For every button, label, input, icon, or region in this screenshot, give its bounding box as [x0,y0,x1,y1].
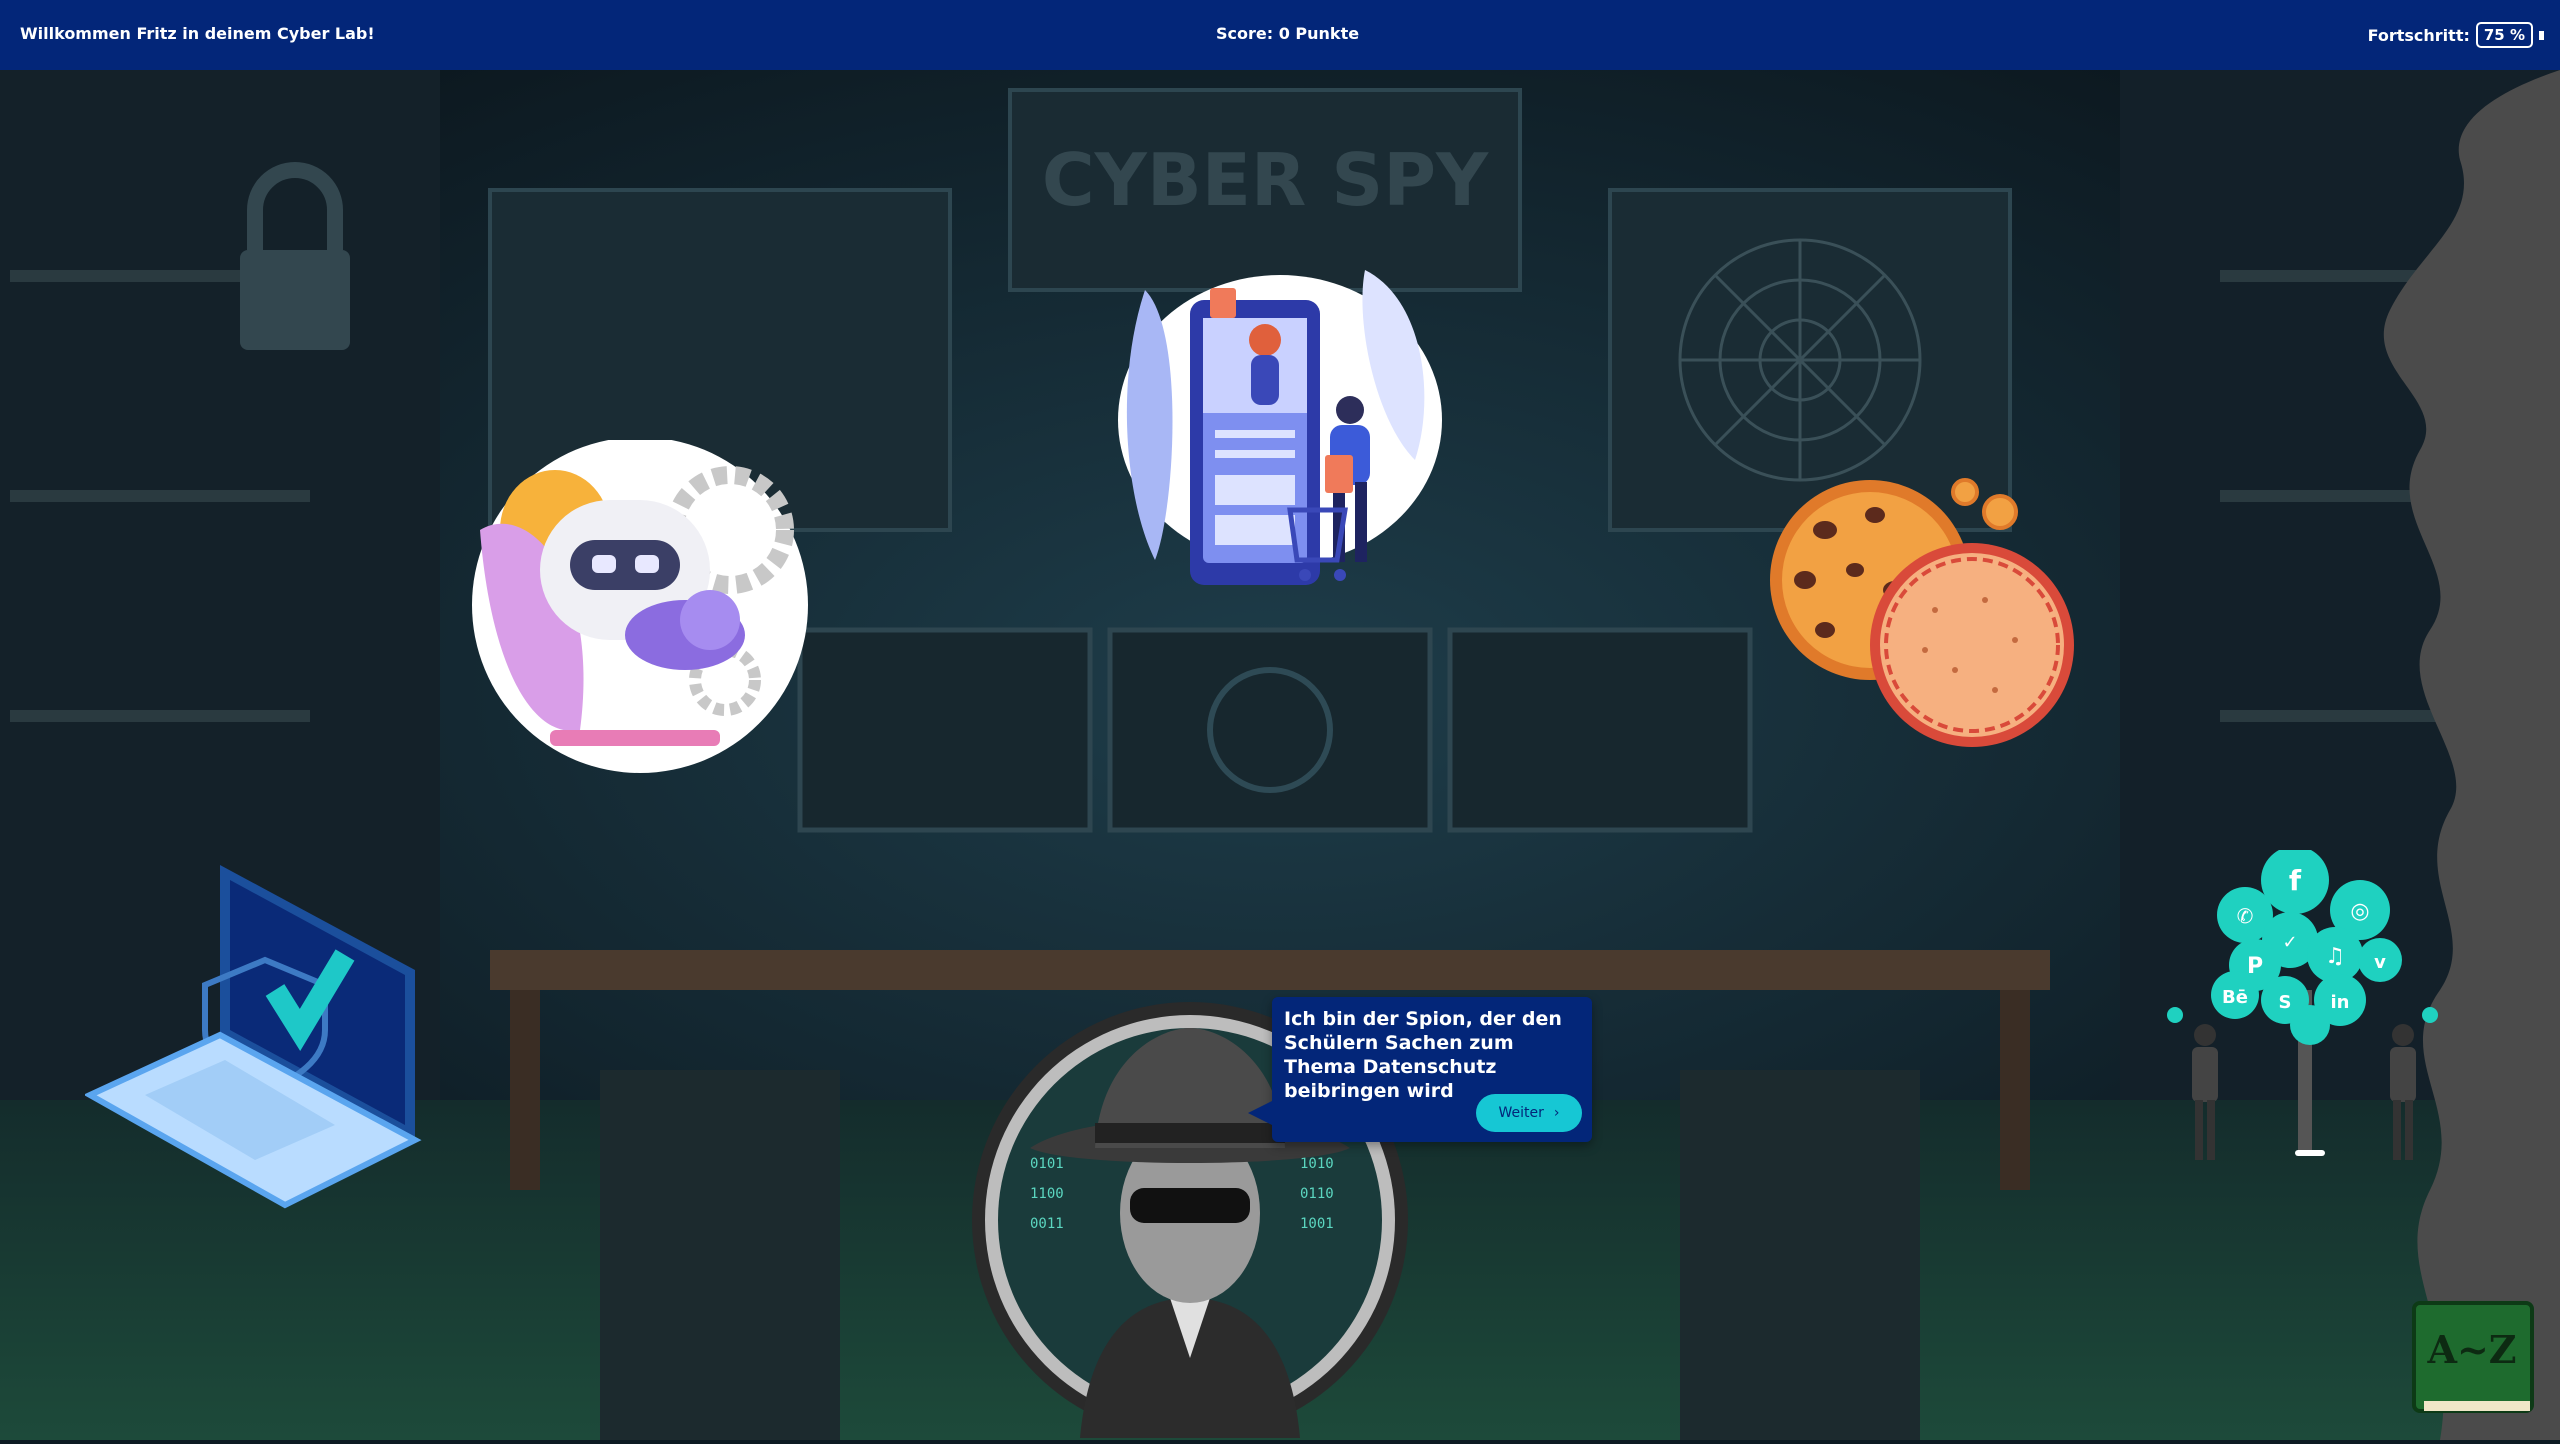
svg-text:f: f [2289,864,2302,897]
svg-text:1010: 1010 [1300,1156,1334,1172]
progress-value: 75 % [2475,22,2533,48]
svg-text:✓: ✓ [2282,932,2297,953]
svg-text:1001: 1001 [1300,1216,1334,1232]
glossary-label: A~Z [2426,1327,2516,1372]
svg-text:in: in [2331,992,2350,1013]
secure-laptop-topic[interactable] [83,860,425,1229]
score-display: Score: 0 Punkte [1216,24,1360,43]
wall-sign-text: CYBER SPY [1042,138,1489,222]
progress-bar [2539,30,2544,40]
svg-text:♫: ♫ [2325,944,2345,969]
svg-text:✆: ✆ [2237,904,2254,928]
top-bar: Willkommen Fritz in deinem Cyber Lab! Sc… [0,0,2560,70]
weiter-button[interactable]: Weiter › [1476,1094,1582,1132]
cookies-topic[interactable] [1765,470,2085,774]
svg-text:0011: 0011 [1030,1216,1064,1232]
chevron-right-icon: › [1553,1105,1560,1121]
speech-text: Ich bin der Spion, der den Schülern Sach… [1284,1008,1562,1102]
online-shopping-topic[interactable] [1115,260,1445,604]
progress-label: Fortschritt: [2367,25,2470,45]
ai-robot-topic[interactable] [470,437,810,784]
svg-text:0110: 0110 [1300,1186,1334,1202]
welcome-text: Willkommen Fritz in deinem Cyber Lab! [20,24,375,43]
svg-text:v: v [2374,952,2386,973]
speech-bubble: Ich bin der Spion, der den Schülern Sach… [1248,997,1592,1142]
svg-text:1100: 1100 [1030,1186,1064,1202]
svg-text:P: P [2247,954,2263,979]
weiter-label: Weiter [1498,1105,1544,1121]
svg-text:◎: ◎ [2350,899,2369,924]
progress-indicator: Fortschritt: 75 % [2368,22,2544,48]
glossary-book-button[interactable]: A~Z [2410,1295,2540,1424]
svg-text:0101: 0101 [1030,1156,1064,1172]
gray-silhouette-decoration [2383,70,2560,1440]
svg-text:Bē: Bē [2222,987,2248,1008]
social-media-tree-topic[interactable]: f ◎ ✆ ✓ ♫ P v Bē S in [2165,846,2450,1189]
svg-text:S: S [2279,992,2292,1013]
